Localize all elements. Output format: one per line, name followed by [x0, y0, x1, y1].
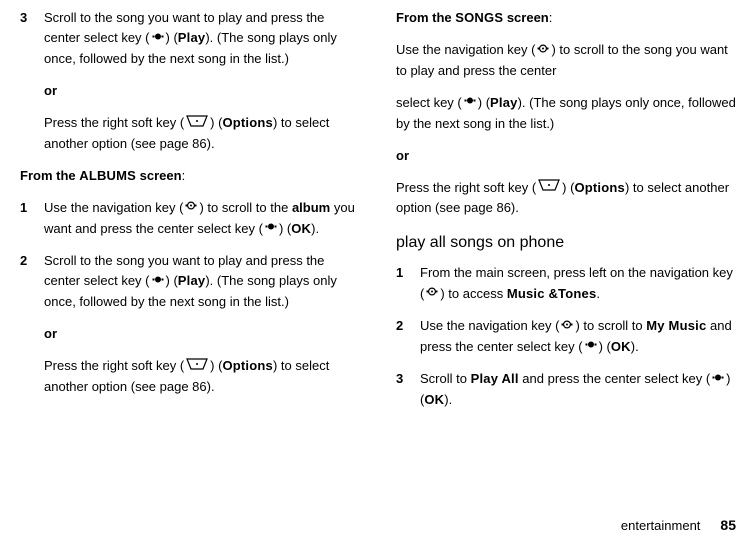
step-content: Scroll to Play All and press the center … — [420, 369, 736, 410]
music-tones-label: Music &Tones — [507, 286, 597, 301]
text: ). — [311, 221, 319, 236]
from-songs-heading: From the SONGS screen: — [396, 8, 736, 28]
albums-label: ALBUMS — [79, 168, 136, 183]
text: Use the navigation key ( — [420, 318, 559, 333]
navigation-key-icon — [184, 198, 198, 218]
play-label: Play — [178, 30, 206, 45]
subheading: play all songs on phone — [396, 231, 736, 256]
text: ) ( — [599, 339, 611, 354]
text: screen — [136, 168, 182, 183]
options-label: Options — [222, 115, 273, 130]
center-select-icon — [584, 337, 598, 357]
text: Scroll to — [420, 371, 471, 386]
my-music-label: My Music — [646, 318, 706, 333]
text: ) ( — [166, 30, 178, 45]
text: and press the center select key ( — [519, 371, 710, 386]
navigation-key-icon — [425, 284, 439, 304]
navigation-key-icon — [560, 317, 574, 337]
center-select-icon — [463, 93, 477, 113]
text: ) ( — [166, 273, 178, 288]
text: Press the right soft key ( — [44, 115, 184, 130]
or-text: or — [20, 324, 360, 344]
text: . — [596, 286, 600, 301]
text: ) ( — [210, 115, 222, 130]
album-bold: album — [292, 200, 330, 215]
step-1: 1 Use the navigation key ( ) to scroll to… — [20, 198, 360, 239]
center-select-icon — [711, 370, 725, 390]
text: ) ( — [210, 358, 222, 373]
text: ) ( — [562, 180, 574, 195]
text: From the — [20, 168, 79, 183]
right-soft-key-icon — [185, 114, 209, 134]
text: select key ( — [396, 95, 462, 110]
step-2: 2 Scroll to the song you want to play an… — [20, 251, 360, 312]
from-albums-heading: From the ALBUMS screen: — [20, 166, 360, 186]
step-content: From the main screen, press left on the … — [420, 263, 736, 304]
ok-label: OK — [424, 392, 444, 407]
step-content: Scroll to the song you want to play and … — [44, 251, 360, 312]
right-soft-key-icon — [537, 178, 561, 198]
step-2: 2 Use the navigation key ( ) to scroll to… — [396, 316, 736, 357]
text: Press the right soft key ( — [44, 358, 184, 373]
step-number: 3 — [396, 369, 420, 410]
softkey-para: Press the right soft key () (Options) to… — [20, 113, 360, 154]
text: ) to access — [440, 286, 506, 301]
or-text: or — [396, 146, 736, 166]
play-label: Play — [178, 273, 206, 288]
text: ) to scroll to the — [199, 200, 291, 215]
ok-label: OK — [611, 339, 631, 354]
right-column: From the SONGS screen: Use the navigatio… — [396, 8, 736, 422]
step-1: 1 From the main screen, press left on th… — [396, 263, 736, 304]
colon: : — [182, 168, 186, 183]
ok-label: OK — [291, 221, 311, 236]
text: ) ( — [279, 221, 291, 236]
text: ) ( — [478, 95, 490, 110]
play-all-label: Play All — [471, 371, 519, 386]
text: screen — [503, 10, 549, 25]
play-label: Play — [490, 95, 518, 110]
center-select-icon — [264, 219, 278, 239]
text: Press the right soft key ( — [396, 180, 536, 195]
step-3: 3 Scroll to the song you want to play an… — [20, 8, 360, 69]
songs-label: SONGS — [455, 10, 503, 25]
section-label: entertainment — [621, 518, 701, 533]
options-label: Options — [574, 180, 625, 195]
text: ). — [444, 392, 452, 407]
left-column: 3 Scroll to the song you want to play an… — [20, 8, 360, 422]
text: From the — [396, 10, 455, 25]
center-select-icon — [151, 272, 165, 292]
text: ). — [631, 339, 639, 354]
step-number: 1 — [20, 198, 44, 239]
colon: : — [549, 10, 553, 25]
step-3: 3 Scroll to Play All and press the cente… — [396, 369, 736, 410]
text: Use the navigation key ( — [396, 42, 535, 57]
text: Use the navigation key ( — [44, 200, 183, 215]
page-footer: entertainment 85 — [621, 515, 736, 537]
step-content: Use the navigation key ( ) to scroll to M… — [420, 316, 736, 357]
center-select-icon — [151, 29, 165, 49]
navigation-key-icon — [536, 41, 550, 61]
or-text: or — [20, 81, 360, 101]
page-number: 85 — [720, 517, 736, 533]
right-soft-key-icon — [185, 357, 209, 377]
para: select key () (Play). (The song plays on… — [396, 93, 736, 134]
text: ) to scroll to — [575, 318, 646, 333]
step-number: 2 — [396, 316, 420, 357]
softkey-para: Press the right soft key () (Options) to… — [20, 356, 360, 397]
step-number: 2 — [20, 251, 44, 312]
options-label: Options — [222, 358, 273, 373]
step-number: 1 — [396, 263, 420, 304]
step-number: 3 — [20, 8, 44, 69]
para: Use the navigation key () to scroll to t… — [396, 40, 736, 81]
step-content: Use the navigation key ( ) to scroll to t… — [44, 198, 360, 239]
softkey-para: Press the right soft key () (Options) to… — [396, 178, 736, 219]
step-content: Scroll to the song you want to play and … — [44, 8, 360, 69]
